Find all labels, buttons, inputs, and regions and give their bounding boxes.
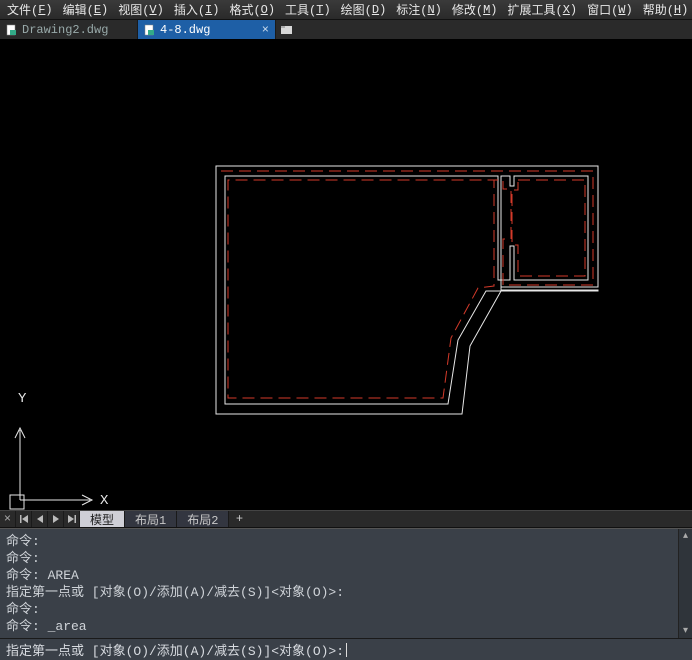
tab-layout1[interactable]: 布局1 bbox=[125, 511, 177, 527]
menu-V[interactable]: 视图(V) bbox=[113, 0, 169, 19]
menu-D[interactable]: 绘图(D) bbox=[336, 0, 392, 19]
file-tab-label: 4-8.dwg bbox=[160, 23, 210, 37]
file-tabs-bar: Drawing2.dwg 4-8.dwg × bbox=[0, 20, 692, 40]
menu-I[interactable]: 插入(I) bbox=[169, 0, 225, 19]
file-tab[interactable]: Drawing2.dwg bbox=[0, 20, 138, 39]
menu-X[interactable]: 扩展工具(X) bbox=[502, 0, 582, 19]
command-history-line: 命令: bbox=[6, 550, 686, 567]
menu-N[interactable]: 标注(N) bbox=[391, 0, 447, 19]
menu-bar: 文件(F)编辑(E)视图(V)插入(I)格式(O)工具(T)绘图(D)标注(N)… bbox=[0, 0, 692, 20]
drawing-canvas[interactable]: Y X bbox=[0, 40, 692, 510]
command-history[interactable]: 命令:命令:命令: AREA指定第一点或 [对象(O)/添加(A)/减去(S)]… bbox=[0, 528, 692, 638]
scroll-down-icon[interactable]: ▾ bbox=[679, 624, 692, 638]
tab-layout2[interactable]: 布局2 bbox=[177, 511, 229, 527]
command-input-text: 指定第一点或 [对象(O)/添加(A)/减去(S)]<对象(O)>: bbox=[6, 640, 344, 659]
command-history-line: 命令: _area bbox=[6, 618, 686, 635]
file-tab[interactable]: 4-8.dwg × bbox=[138, 20, 276, 39]
add-layout-button[interactable]: + bbox=[229, 511, 249, 527]
tab-nav-last-icon[interactable] bbox=[64, 511, 80, 527]
tab-nav-first-icon[interactable] bbox=[16, 511, 32, 527]
ucs-icon bbox=[10, 428, 92, 509]
command-history-line: 命令: AREA bbox=[6, 567, 686, 584]
text-cursor bbox=[346, 643, 347, 657]
drawing-viewport-svg: Y X bbox=[0, 40, 692, 510]
close-icon[interactable]: × bbox=[0, 511, 16, 527]
menu-O[interactable]: 格式(O) bbox=[224, 0, 280, 19]
menu-F[interactable]: 文件(F) bbox=[2, 0, 58, 19]
command-history-line: 命令: bbox=[6, 601, 686, 618]
layout-tabs-bar: × 模型 布局1 布局2 + bbox=[0, 510, 692, 528]
tab-model[interactable]: 模型 bbox=[80, 511, 125, 527]
dwg-file-icon bbox=[144, 24, 156, 36]
command-history-line: 指定第一点或 [对象(O)/添加(A)/减去(S)]<对象(O)>: bbox=[6, 584, 686, 601]
menu-T[interactable]: 工具(T) bbox=[280, 0, 336, 19]
menu-M[interactable]: 修改(M) bbox=[447, 0, 503, 19]
command-history-line: 命令: bbox=[6, 533, 686, 550]
menu-E[interactable]: 编辑(E) bbox=[58, 0, 114, 19]
menu-H[interactable]: 帮助(H) bbox=[638, 0, 692, 19]
close-tab-icon[interactable]: × bbox=[262, 23, 269, 37]
file-tab-label: Drawing2.dwg bbox=[22, 23, 108, 37]
dwg-file-icon bbox=[6, 24, 18, 36]
tab-nav-prev-icon[interactable] bbox=[32, 511, 48, 527]
tab-nav-next-icon[interactable] bbox=[48, 511, 64, 527]
ucs-x-label: X bbox=[100, 493, 109, 509]
menu-W[interactable]: 窗口(W) bbox=[582, 0, 638, 19]
ucs-y-label: Y bbox=[18, 391, 27, 407]
new-file-tab-button[interactable] bbox=[276, 20, 298, 39]
scroll-up-icon[interactable]: ▴ bbox=[679, 529, 692, 543]
history-scrollbar[interactable]: ▴ ▾ bbox=[678, 529, 692, 638]
command-input[interactable]: 指定第一点或 [对象(O)/添加(A)/减去(S)]<对象(O)>: bbox=[0, 638, 692, 660]
